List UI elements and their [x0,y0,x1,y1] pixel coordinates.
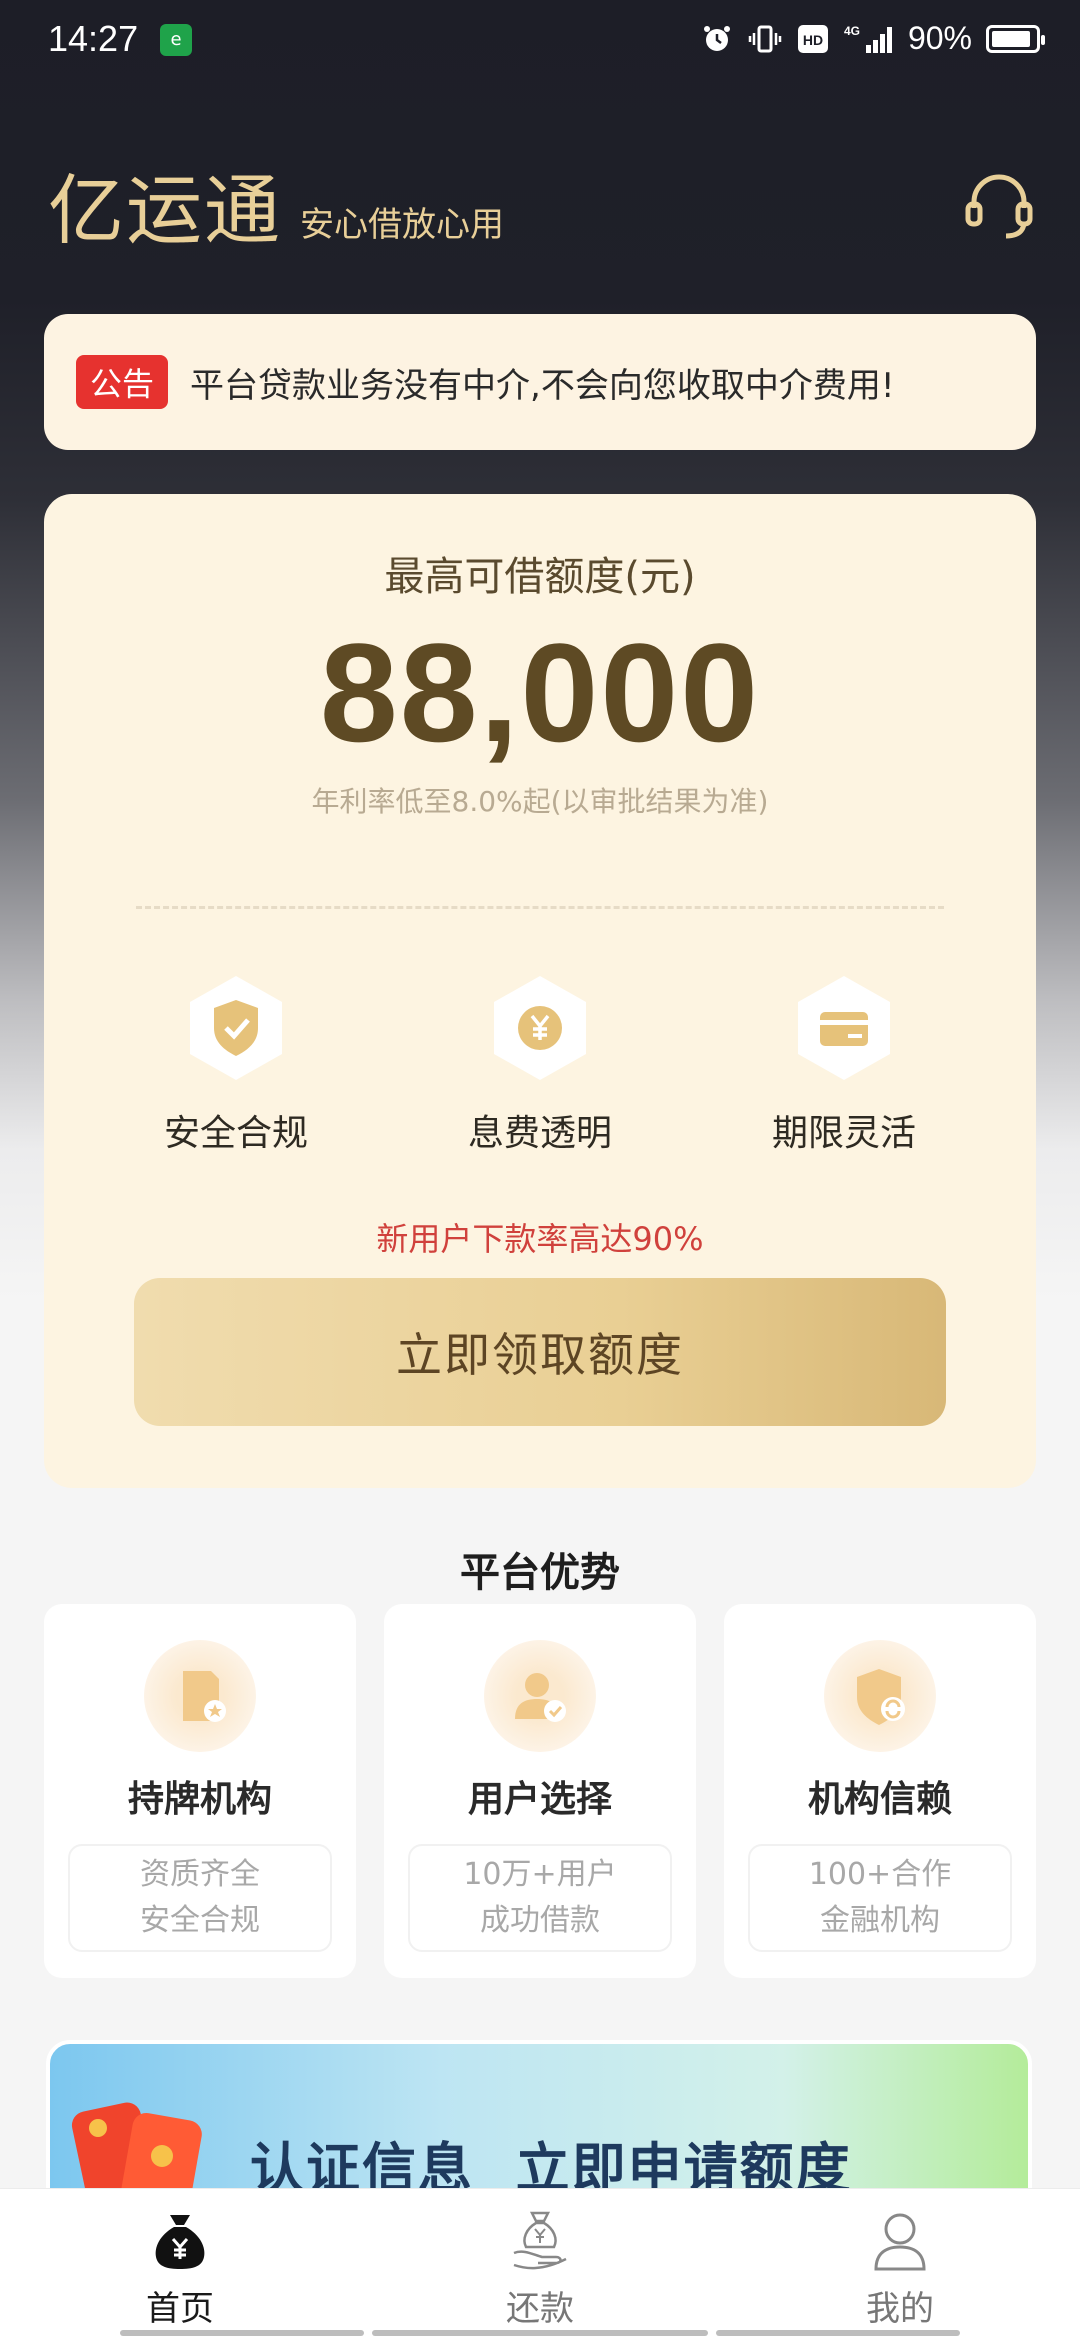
svg-text:4G: 4G [844,24,860,38]
nav-tab-home[interactable]: 首页 [0,2189,360,2340]
advantage-card-users: 用户选择 10万+用户 成功借款 [384,1604,696,1978]
feature-label: 息费透明 [467,1113,612,1154]
notice-tag: 公告 [76,355,169,409]
battery-level-fill [992,30,1030,47]
advantage-desc: 资质齐全 安全合规 [68,1844,332,1952]
app-slogan: 安心借放心用 [300,205,504,245]
advantages-list: 持牌机构 资质齐全 安全合规 用户选择 10万+用户 成功借款 机构信赖 100… [44,1604,1036,1978]
user-check-icon [484,1640,596,1752]
battery-icon [986,24,1045,53]
shield-exchange-icon [824,1640,936,1752]
customer-service-icon[interactable] [962,168,1036,242]
notice-text: 平台贷款业务没有中介,不会向您收取中介费用! [190,365,895,406]
license-icon [144,1640,256,1752]
feature-item-transparent: 息费透明 [410,974,670,1156]
feature-item-flexible: 期限灵活 [714,974,974,1156]
advantage-name: 机构信赖 [807,1779,952,1820]
nav-label: 我的 [866,2289,934,2329]
home-indicator [372,2330,708,2336]
alarm-icon [700,22,734,56]
limit-title: 最高可借额度(元) [384,554,696,600]
status-time: 14:27 [48,18,139,59]
home-indicator [120,2330,364,2336]
app-name: 亿运通 [48,166,282,255]
advantage-desc: 100+合作 金融机构 [748,1844,1012,1952]
card-icon [794,974,894,1082]
battery-percent: 90% [907,20,972,56]
nav-label: 还款 [506,2289,574,2329]
advantage-desc-line: 金融机构 [820,1903,940,1938]
status-bar: 14:27 e HD 4G 90% [0,0,1080,84]
feature-label: 安全合规 [163,1113,308,1154]
promo-text: 新用户下款率高达90% [376,1220,704,1258]
nav-tab-mine[interactable]: 我的 [720,2189,1080,2340]
loan-limit-card: 最高可借额度(元) 88,000 年利率低至8.0%起(以审批结果为准) 安全合… [44,494,1036,1488]
notice-bar[interactable]: 公告 平台贷款业务没有中介,不会向您收取中介费用! [44,314,1036,450]
advantage-desc-line: 10万+用户 [463,1857,617,1892]
signal-4g-icon: 4G [844,22,894,56]
brand-header: 亿运通 安心借放心用 [48,168,504,254]
svg-text:HD: HD [803,32,823,48]
vibrate-icon [748,22,782,56]
yen-coin-icon [490,974,590,1082]
feature-item-safe: 安全合规 [106,974,366,1156]
claim-limit-button[interactable]: 立即领取额度 [134,1278,946,1426]
bottom-navigation: 首页 还款 我的 [0,2188,1080,2340]
limit-amount: 88,000 [319,614,761,771]
advantage-desc-line: 100+合作 [808,1857,952,1892]
advantage-desc-line: 资质齐全 [140,1857,260,1892]
nav-label: 首页 [146,2289,214,2329]
feature-label: 期限灵活 [771,1113,916,1154]
home-indicator [716,2330,960,2336]
person-icon [868,2209,932,2273]
shield-check-icon [186,974,286,1082]
divider [136,906,944,909]
advantage-card-trusted: 机构信赖 100+合作 金融机构 [724,1604,1036,1978]
nav-tab-repay[interactable]: 还款 [360,2189,720,2340]
advantage-name: 用户选择 [467,1779,612,1820]
feature-list: 安全合规 息费透明 期限灵活 [44,974,1036,1156]
hand-coin-icon [508,2209,572,2273]
advantages-title: 平台优势 [460,1550,620,1596]
advantage-desc-line: 安全合规 [140,1903,260,1938]
advantage-desc: 10万+用户 成功借款 [408,1844,672,1952]
advantage-card-licensed: 持牌机构 资质齐全 安全合规 [44,1604,356,1978]
hd-icon: HD [796,22,830,56]
interest-rate-note: 年利率低至8.0%起(以审批结果为准) [311,785,769,818]
advantage-desc-line: 成功借款 [480,1903,600,1938]
advantage-name: 持牌机构 [127,1779,272,1820]
notification-app-icon: e [160,24,192,56]
money-bag-icon [148,2209,212,2273]
status-icons: HD 4G 90% [700,20,1045,57]
